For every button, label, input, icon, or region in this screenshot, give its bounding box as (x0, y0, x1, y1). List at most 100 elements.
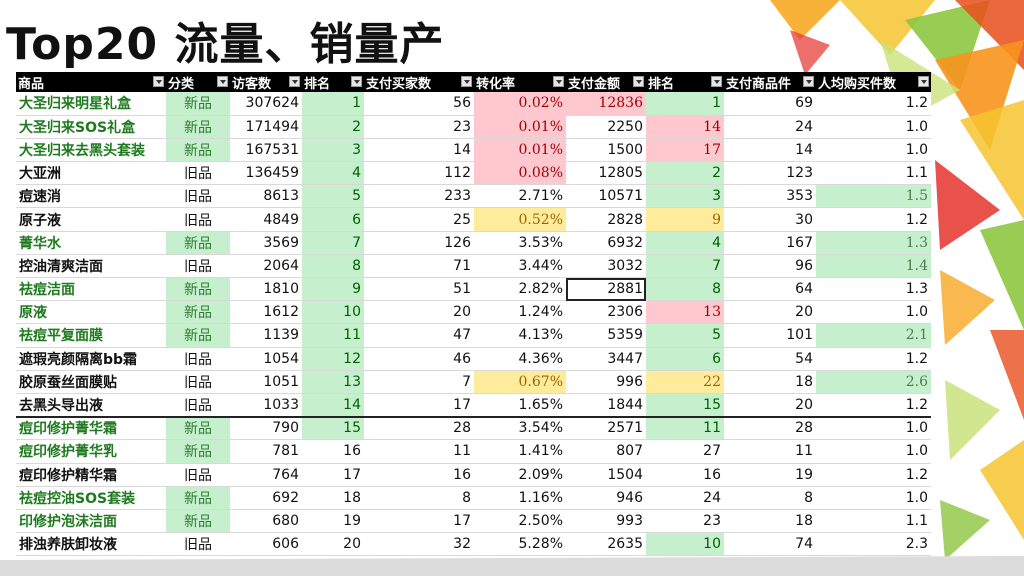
column-header[interactable]: 排名 (302, 72, 364, 92)
table-cell[interactable]: 692 (230, 486, 302, 510)
table-cell[interactable]: 17 (646, 138, 724, 163)
table-cell[interactable]: 1 (646, 92, 724, 116)
table-cell[interactable]: 101 (724, 323, 816, 348)
table-cell[interactable]: 1054 (230, 347, 302, 371)
table-cell[interactable]: 12805 (566, 161, 646, 186)
table-cell[interactable]: 新品 (166, 439, 230, 464)
table-cell[interactable]: 11 (302, 323, 364, 348)
filter-dropdown-icon[interactable] (351, 76, 362, 87)
table-cell[interactable]: 946 (566, 486, 646, 510)
table-cell[interactable]: 1.1 (816, 509, 931, 534)
table-cell[interactable]: 18 (724, 370, 816, 394)
table-cell[interactable]: 10 (646, 532, 724, 557)
table-cell[interactable]: 2 (646, 161, 724, 186)
table-cell[interactable]: 8613 (230, 184, 302, 209)
table-cell[interactable]: 14 (364, 138, 474, 163)
table-cell[interactable]: 764 (230, 463, 302, 487)
table-cell[interactable]: 原液 (16, 300, 166, 325)
table-cell[interactable]: 痘印修护菁华霜 (16, 416, 166, 441)
table-cell[interactable]: 1033 (230, 393, 302, 418)
table-cell[interactable]: 旧品 (166, 254, 230, 279)
table-cell[interactable]: 167 (724, 231, 816, 255)
table-cell[interactable]: 11 (646, 416, 724, 441)
table-cell[interactable]: 旧品 (166, 370, 230, 394)
table-cell[interactable]: 1.5 (816, 184, 931, 209)
table-cell[interactable]: 12 (302, 347, 364, 371)
table-cell[interactable]: 20 (724, 393, 816, 418)
table-cell[interactable]: 22 (646, 370, 724, 394)
table-cell[interactable]: 16 (646, 463, 724, 487)
table-cell[interactable]: 51 (364, 277, 474, 302)
table-cell[interactable]: 菁华水 (16, 231, 166, 255)
table-cell[interactable]: 印修护泡沫洁面 (16, 509, 166, 534)
table-cell[interactable]: 19 (724, 463, 816, 487)
table-cell[interactable]: 3 (646, 184, 724, 209)
table-cell[interactable]: 3 (302, 138, 364, 163)
table-cell[interactable]: 1612 (230, 300, 302, 325)
table-cell[interactable]: 2.1 (816, 323, 931, 348)
table-cell[interactable]: 17 (364, 509, 474, 534)
table-cell[interactable]: 7 (364, 370, 474, 394)
table-cell[interactable]: 16 (364, 463, 474, 487)
table-cell[interactable]: 10 (302, 300, 364, 325)
table-cell[interactable]: 71 (364, 254, 474, 279)
table-cell[interactable]: 56 (364, 92, 474, 116)
table-cell[interactable]: 1.0 (816, 486, 931, 510)
table-cell[interactable]: 11 (724, 439, 816, 464)
table-cell[interactable]: 46 (364, 347, 474, 371)
table-cell[interactable]: 807 (566, 439, 646, 464)
table-cell[interactable]: 3.53% (474, 231, 566, 255)
table-cell[interactable]: 1810 (230, 277, 302, 302)
table-cell[interactable]: 祛痘控油SOS套装 (16, 486, 166, 510)
table-cell[interactable]: 47 (364, 323, 474, 348)
table-cell[interactable]: 25 (364, 207, 474, 232)
table-cell[interactable]: 祛痘平复面膜 (16, 323, 166, 348)
table-cell[interactable]: 32 (364, 532, 474, 557)
table-cell[interactable]: 1.4 (816, 254, 931, 279)
table-cell[interactable]: 1.65% (474, 393, 566, 418)
table-cell[interactable]: 2881 (566, 277, 646, 302)
table-cell[interactable]: 14 (646, 115, 724, 139)
column-header[interactable]: 支付买家数 (364, 72, 474, 92)
table-cell[interactable]: 8 (364, 486, 474, 510)
filter-dropdown-icon[interactable] (803, 76, 814, 87)
table-cell[interactable]: 28 (724, 416, 816, 441)
table-cell[interactable]: 2.3 (816, 532, 931, 557)
column-header[interactable]: 支付金额 (566, 72, 646, 92)
table-cell[interactable]: 大圣归来去黑头套装 (16, 138, 166, 163)
table-cell[interactable]: 1.3 (816, 231, 931, 255)
table-cell[interactable]: 27 (646, 439, 724, 464)
filter-dropdown-icon[interactable] (461, 76, 472, 87)
table-cell[interactable]: 353 (724, 184, 816, 209)
table-cell[interactable]: 1139 (230, 323, 302, 348)
table-cell[interactable]: 2.82% (474, 277, 566, 302)
table-cell[interactable]: 1.0 (816, 300, 931, 325)
table-cell[interactable]: 17 (364, 393, 474, 418)
table-cell[interactable]: 993 (566, 509, 646, 534)
table-cell[interactable]: 13 (302, 370, 364, 394)
table-cell[interactable]: 16 (302, 439, 364, 464)
table-cell[interactable]: 18 (724, 509, 816, 534)
table-cell[interactable]: 28 (364, 416, 474, 441)
table-cell[interactable]: 1.1 (816, 161, 931, 186)
table-cell[interactable]: 126 (364, 231, 474, 255)
table-cell[interactable]: 1.16% (474, 486, 566, 510)
table-cell[interactable]: 原子液 (16, 207, 166, 232)
table-cell[interactable]: 控油清爽洁面 (16, 254, 166, 279)
table-cell[interactable]: 5 (646, 323, 724, 348)
table-cell[interactable]: 9 (646, 207, 724, 232)
table-cell[interactable]: 4.13% (474, 323, 566, 348)
table-cell[interactable]: 15 (302, 416, 364, 441)
table-cell[interactable]: 2.71% (474, 184, 566, 209)
table-cell[interactable]: 4849 (230, 207, 302, 232)
table-cell[interactable]: 痘印修护菁华乳 (16, 439, 166, 464)
table-cell[interactable]: 2828 (566, 207, 646, 232)
column-header[interactable]: 人均购买件数 (816, 72, 931, 92)
table-cell[interactable]: 2.50% (474, 509, 566, 534)
table-cell[interactable]: 9 (302, 277, 364, 302)
table-cell[interactable]: 8 (646, 277, 724, 302)
table-cell[interactable]: 307624 (230, 92, 302, 116)
table-cell[interactable]: 96 (724, 254, 816, 279)
table-cell[interactable]: 1500 (566, 138, 646, 163)
table-cell[interactable]: 旧品 (166, 161, 230, 186)
